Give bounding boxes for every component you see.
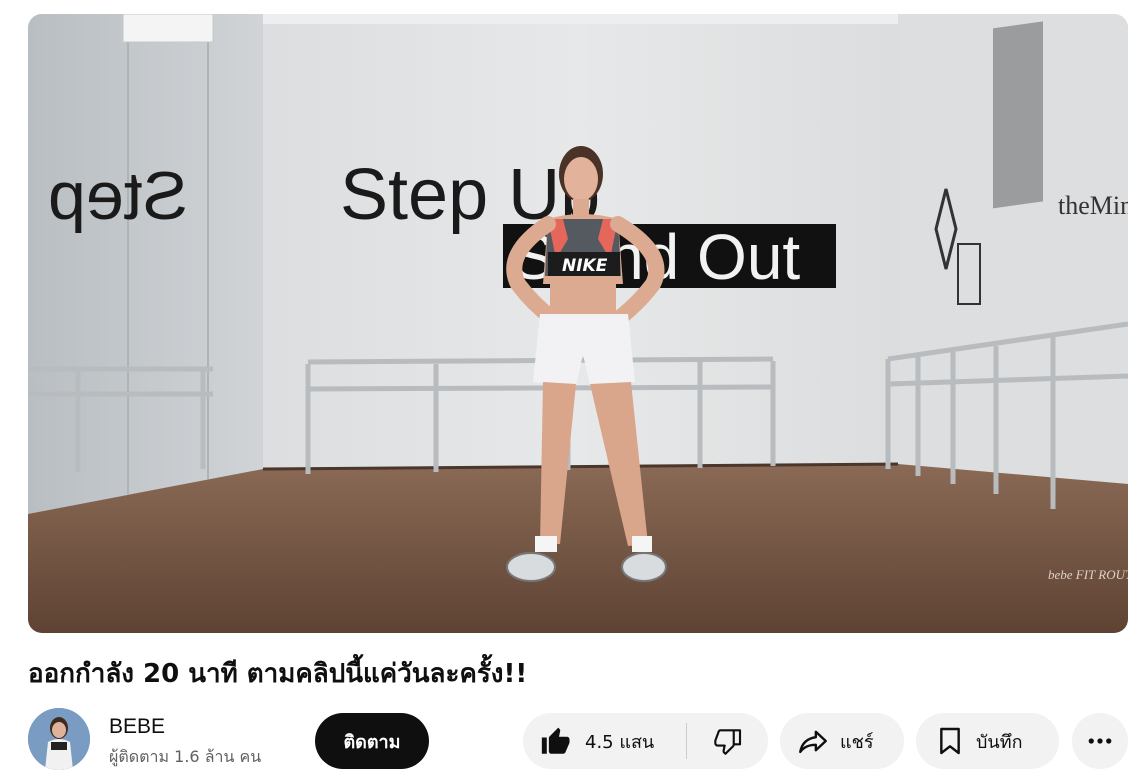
- like-button[interactable]: 4.5 แสน: [523, 713, 686, 769]
- like-dislike-group: 4.5 แสน: [523, 713, 768, 769]
- svg-text:theMind: theMind: [1058, 191, 1128, 220]
- watermark: bebe FIT ROUTINE: [1048, 567, 1128, 582]
- video-frame: Step Up Stand Out Step theMind: [28, 14, 1128, 633]
- save-button[interactable]: บันทึก: [916, 713, 1059, 769]
- share-button[interactable]: แชร์: [780, 713, 904, 769]
- thumb-up-icon: [541, 727, 570, 754]
- subscribe-button[interactable]: ติดตาม: [315, 713, 429, 769]
- mirror-text: Step: [48, 158, 188, 234]
- subscriber-count: ผู้ติดตาม 1.6 ล้าน คน: [109, 747, 262, 766]
- channel-avatar[interactable]: [28, 708, 90, 770]
- avatar-image: [28, 708, 90, 770]
- channel-name[interactable]: BEBE: [109, 714, 165, 740]
- bookmark-icon: [940, 727, 960, 755]
- dislike-button[interactable]: [687, 713, 768, 769]
- video-owner-row: BEBE ผู้ติดตาม 1.6 ล้าน คน ติดตาม 4.5 แส…: [28, 708, 1128, 772]
- like-count: 4.5 แสน: [585, 731, 655, 753]
- video-player[interactable]: Step Up Stand Out Step theMind: [28, 14, 1128, 633]
- more-horizontal-icon: [1088, 738, 1112, 744]
- share-label: แชร์: [840, 731, 874, 753]
- thumb-down-icon: [713, 729, 741, 755]
- save-label: บันทึก: [976, 731, 1023, 753]
- video-title: ออกกำลัง 20 นาที ตามคลิปนี้แค่วันละครั้ง…: [28, 659, 528, 689]
- more-actions-button[interactable]: [1072, 713, 1128, 769]
- share-arrow-icon: [799, 730, 827, 754]
- shirt-logo: NIKE: [562, 256, 608, 276]
